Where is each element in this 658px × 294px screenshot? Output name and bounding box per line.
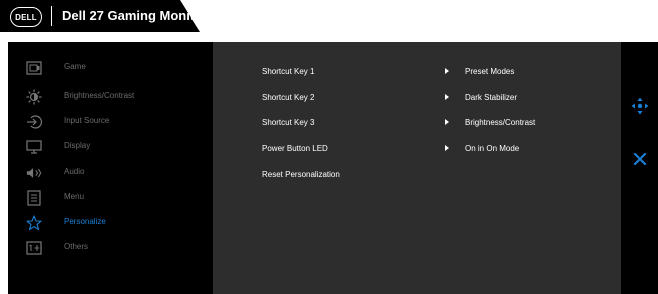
input-source-icon bbox=[26, 114, 42, 130]
sidebar-item-label: Display bbox=[64, 141, 91, 150]
sidebar-item-brightness-contrast[interactable]: Brightness/Contrast bbox=[8, 84, 213, 109]
audio-icon bbox=[26, 165, 42, 181]
setting-label: Shortcut Key 1 bbox=[262, 67, 315, 76]
others-icon bbox=[26, 240, 42, 256]
sidebar-item-label: Others bbox=[64, 242, 89, 251]
setting-row-reset-personalization[interactable]: Reset Personalization bbox=[213, 166, 621, 184]
game-icon bbox=[26, 60, 42, 76]
sidebar-item-label: Personalize bbox=[64, 217, 106, 226]
header-divider bbox=[51, 6, 52, 26]
setting-value: On in On Mode bbox=[465, 144, 520, 153]
osd-menu: Game Brightness/Contrast Input Source Di… bbox=[8, 42, 658, 294]
settings-panel: Shortcut Key 1 Preset Modes Shortcut Key… bbox=[213, 42, 621, 294]
sidebar: Game Brightness/Contrast Input Source Di… bbox=[8, 42, 213, 294]
arrow-right-icon bbox=[445, 68, 449, 74]
control-bar bbox=[621, 42, 658, 294]
close-icon[interactable] bbox=[632, 151, 648, 167]
setting-value: Preset Modes bbox=[465, 67, 515, 76]
header-tab: DELL Dell 27 Gaming Monitor bbox=[0, 0, 207, 32]
menu-icon bbox=[26, 190, 42, 206]
sidebar-item-game[interactable]: Game bbox=[8, 55, 213, 80]
setting-row-shortcut-key-2[interactable]: Shortcut Key 2 Dark Stabilizer bbox=[213, 89, 621, 107]
monitor-title: Dell 27 Gaming Monitor bbox=[62, 8, 208, 23]
sidebar-item-label: Audio bbox=[64, 167, 85, 176]
setting-value: Dark Stabilizer bbox=[465, 93, 518, 102]
setting-row-power-button-led[interactable]: Power Button LED On in On Mode bbox=[213, 140, 621, 158]
joystick-navigation-icon[interactable] bbox=[631, 97, 649, 115]
arrow-right-icon bbox=[445, 94, 449, 100]
sidebar-item-personalize[interactable]: Personalize bbox=[8, 210, 213, 235]
star-icon bbox=[26, 215, 42, 231]
setting-label: Shortcut Key 3 bbox=[262, 118, 315, 127]
setting-label: Shortcut Key 2 bbox=[262, 93, 315, 102]
brightness-icon bbox=[26, 89, 42, 105]
arrow-right-icon bbox=[445, 145, 449, 151]
sidebar-item-others[interactable]: Others bbox=[8, 235, 213, 260]
sidebar-item-label: Brightness/Contrast bbox=[64, 91, 135, 100]
sidebar-item-display[interactable]: Display bbox=[8, 134, 213, 159]
dell-logo: DELL bbox=[10, 7, 42, 27]
display-icon bbox=[26, 139, 42, 155]
sidebar-item-label: Menu bbox=[64, 192, 85, 201]
sidebar-item-label: Input Source bbox=[64, 116, 110, 125]
arrow-right-icon bbox=[445, 119, 449, 125]
setting-label: Power Button LED bbox=[262, 144, 328, 153]
sidebar-item-input-source[interactable]: Input Source bbox=[8, 109, 213, 134]
setting-value: Brightness/Contrast bbox=[465, 118, 536, 127]
setting-row-shortcut-key-1[interactable]: Shortcut Key 1 Preset Modes bbox=[213, 63, 621, 81]
sidebar-item-label: Game bbox=[64, 62, 86, 71]
sidebar-item-audio[interactable]: Audio bbox=[8, 160, 213, 185]
setting-label: Reset Personalization bbox=[262, 170, 340, 179]
setting-row-shortcut-key-3[interactable]: Shortcut Key 3 Brightness/Contrast bbox=[213, 114, 621, 132]
sidebar-item-menu[interactable]: Menu bbox=[8, 185, 213, 210]
